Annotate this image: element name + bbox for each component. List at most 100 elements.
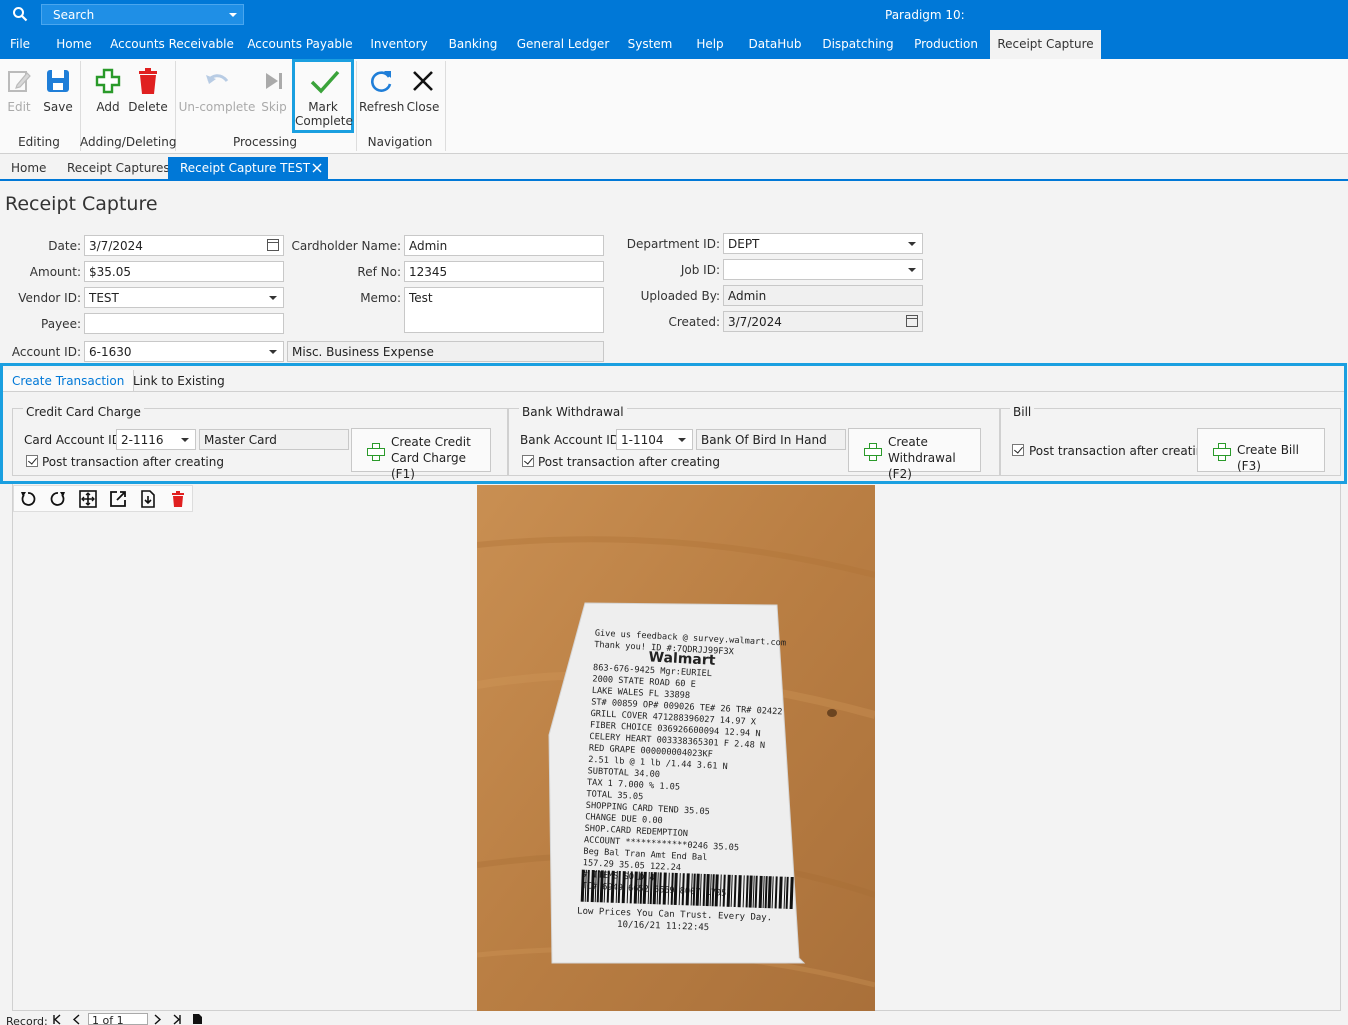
create-withdrawal-button[interactable]: Create Withdrawal (F2): [848, 428, 981, 481]
bank-account-select[interactable]: 1-1104: [616, 429, 693, 450]
bw-post-checkbox[interactable]: [522, 455, 534, 467]
uploaded-label: Uploaded By:: [640, 289, 720, 303]
search-input[interactable]: Search: [41, 4, 244, 25]
cardholder-field[interactable]: Admin: [404, 235, 604, 256]
trash-icon: [134, 67, 162, 95]
edit-button[interactable]: Edit: [2, 59, 36, 123]
menu-banking[interactable]: Banking: [442, 30, 504, 59]
amount-label: Amount:: [29, 265, 81, 279]
menu-datahub[interactable]: DataHub: [742, 30, 808, 59]
chevron-down-icon[interactable]: [908, 268, 916, 272]
skip-icon: [260, 67, 288, 95]
menu-inventory[interactable]: Inventory: [364, 30, 434, 59]
rotate-left-icon[interactable]: [19, 490, 37, 508]
edit-icon: [5, 67, 33, 95]
mark-complete-button[interactable]: Mark Complete: [292, 59, 354, 133]
vendor-label: Vendor ID:: [18, 291, 81, 305]
account-select[interactable]: 6-1630: [84, 341, 284, 362]
group-navigation: Navigation: [367, 135, 433, 149]
chevron-down-icon[interactable]: [908, 242, 916, 246]
receipt-image: Give us feedback @ survey.walmart.com Tha…: [477, 485, 875, 1011]
tab-create-transaction[interactable]: Create Transaction: [3, 370, 135, 392]
refresh-icon: [367, 67, 395, 95]
close-button[interactable]: Close: [404, 59, 442, 123]
transaction-panel: Create Transaction Link to Existing Cred…: [0, 363, 1347, 484]
card-account-select[interactable]: 2-1116: [116, 429, 196, 450]
uncomplete-button[interactable]: Un-complete: [178, 59, 256, 123]
bill-btn-label: Create Bill (F3): [1237, 443, 1299, 473]
add-label: Add: [96, 100, 120, 114]
vendor-value: TEST: [89, 291, 119, 305]
tab-close-icon[interactable]: [312, 157, 322, 186]
vendor-select[interactable]: TEST: [84, 287, 284, 308]
last-record-icon[interactable]: [172, 1014, 182, 1025]
chevron-down-icon[interactable]: [269, 350, 277, 354]
next-record-icon[interactable]: [152, 1014, 162, 1025]
bw-post-label: Post transaction after creating: [538, 455, 720, 469]
record-position[interactable]: 1 of 1: [88, 1013, 148, 1025]
chevron-down-icon[interactable]: [229, 13, 237, 17]
green-plus-icon: [864, 443, 882, 461]
menu-home[interactable]: Home: [48, 30, 100, 59]
calendar-icon: [906, 315, 918, 327]
new-record-icon[interactable]: [192, 1013, 203, 1025]
uncomplete-label: Un-complete: [178, 100, 256, 114]
department-select[interactable]: DEPT: [723, 233, 923, 254]
create-bill-button[interactable]: Create Bill (F3): [1197, 428, 1325, 473]
chevron-down-icon[interactable]: [181, 438, 189, 442]
group-adding-deleting: Adding/Deleting: [80, 135, 177, 149]
memo-field[interactable]: Test: [404, 287, 604, 333]
created-label: Created:: [668, 315, 720, 329]
skip-label: Skip: [261, 100, 287, 114]
menu-system[interactable]: System: [622, 30, 678, 59]
menu-production[interactable]: Production: [908, 30, 984, 59]
bank-account-label: Bank Account ID:: [520, 433, 624, 447]
menu-accounts-payable[interactable]: Accounts Payable: [244, 30, 356, 59]
skip-button[interactable]: Skip: [258, 59, 290, 123]
edit-label: Edit: [7, 100, 31, 114]
doctab-receipt-capture-test[interactable]: Receipt Capture TEST: [168, 157, 328, 179]
refresh-button[interactable]: Refresh: [359, 59, 405, 123]
cc-btn-line1: Create Credit: [391, 435, 471, 449]
create-credit-card-charge-button[interactable]: Create Credit Card Charge (F1): [351, 428, 491, 481]
payee-field[interactable]: [84, 313, 284, 334]
green-plus-icon: [367, 443, 385, 461]
fit-icon[interactable]: [79, 490, 97, 508]
menu-file[interactable]: File: [0, 30, 40, 59]
download-icon[interactable]: [139, 490, 157, 508]
chevron-down-icon[interactable]: [269, 296, 277, 300]
page-title: Receipt Capture: [5, 193, 158, 215]
green-plus-icon: [94, 67, 122, 95]
group-editing: Editing: [18, 135, 60, 149]
menu-general-ledger[interactable]: General Ledger: [512, 30, 614, 59]
job-select[interactable]: [723, 259, 923, 280]
date-field[interactable]: 3/7/2024: [84, 235, 284, 256]
first-record-icon[interactable]: [52, 1014, 62, 1025]
doctab-receipt-captures[interactable]: Receipt Captures: [67, 157, 170, 179]
refresh-label: Refresh: [359, 100, 405, 114]
card-account-description: Master Card: [199, 429, 349, 450]
calendar-icon[interactable]: [267, 239, 279, 251]
menu-accounts-receivable[interactable]: Accounts Receivable: [108, 30, 236, 59]
open-external-icon[interactable]: [109, 490, 127, 508]
menu-help[interactable]: Help: [686, 30, 734, 59]
bill-post-checkbox[interactable]: [1012, 444, 1024, 456]
add-button[interactable]: Add: [90, 59, 126, 123]
search-icon[interactable]: [12, 6, 28, 25]
prev-record-icon[interactable]: [72, 1014, 82, 1025]
trash-icon[interactable]: [169, 490, 187, 508]
tab-link-existing[interactable]: Link to Existing: [124, 370, 234, 392]
refno-field[interactable]: 12345: [404, 261, 604, 282]
checkmark-icon: [309, 68, 340, 96]
department-label: Department ID:: [626, 237, 720, 251]
menu-receipt-capture[interactable]: Receipt Capture: [990, 30, 1101, 59]
doctab-home[interactable]: Home: [11, 157, 46, 179]
amount-field[interactable]: $35.05: [84, 261, 284, 282]
delete-button[interactable]: Delete: [128, 59, 168, 123]
cc-post-checkbox[interactable]: [26, 455, 38, 467]
menu-dispatching[interactable]: Dispatching: [816, 30, 900, 59]
chevron-down-icon[interactable]: [678, 438, 686, 442]
save-button[interactable]: Save: [40, 59, 76, 123]
group-separator: [445, 61, 446, 151]
rotate-right-icon[interactable]: [49, 490, 67, 508]
